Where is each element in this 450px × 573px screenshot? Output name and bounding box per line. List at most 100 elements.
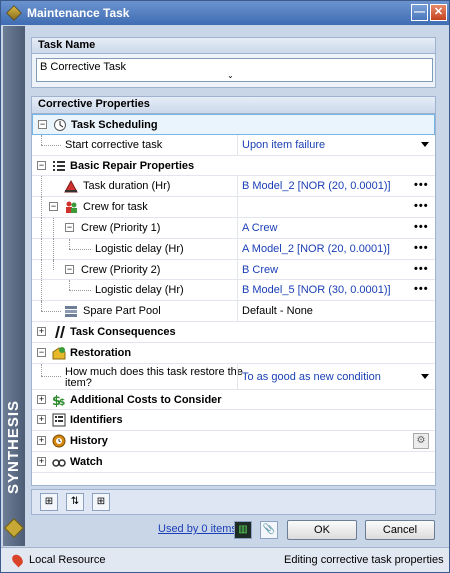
corrective-properties-header: Corrective Properties xyxy=(32,97,435,114)
row-crew-priority-2[interactable]: − Crew (Priority 2) B Crew ••• xyxy=(32,259,435,281)
row-restoration[interactable]: − Restoration xyxy=(32,343,435,364)
duration-icon xyxy=(64,180,78,193)
restore-question-value[interactable]: To as good as new condition xyxy=(242,364,381,390)
logistic-delay-1-ellipsis-button[interactable]: ••• xyxy=(414,239,429,257)
status-bar: Local Resource Editing corrective task p… xyxy=(1,547,449,572)
scheduling-icon xyxy=(54,119,66,131)
brand-label: SYNTHESIS xyxy=(5,399,22,495)
ok-button[interactable]: OK xyxy=(287,520,357,540)
row-logistic-delay-1[interactable]: Logistic delay (Hr) A Model_2 [NOR (20, … xyxy=(32,238,435,260)
watch-label: Watch xyxy=(70,455,103,468)
row-restore-question[interactable]: How much does this task restore the item?… xyxy=(32,363,435,390)
crew-priority-2-label: Crew (Priority 2) xyxy=(81,263,161,276)
start-corrective-task-value[interactable]: Upon item failure xyxy=(242,135,325,155)
history-icon xyxy=(52,434,66,448)
collapse-toggle[interactable]: − xyxy=(65,222,74,232)
row-additional-costs[interactable]: + $ $ Additional Costs to Consider xyxy=(32,390,435,411)
logistic-delay-2-value[interactable]: B Model_5 [NOR (30, 0.0001)] xyxy=(242,280,391,300)
maintenance-task-window: Maintenance Task — ✕ SYNTHESIS Task Name… xyxy=(0,0,450,573)
basic-repair-properties-label: Basic Repair Properties xyxy=(70,159,195,172)
row-basic-repair-properties[interactable]: − Basic Repair Properties xyxy=(32,156,435,177)
chart-icon[interactable]: ▥ xyxy=(234,521,252,539)
restore-question-line-2: item? xyxy=(65,376,92,389)
collapse-toggle[interactable]: − xyxy=(38,120,47,129)
collapse-toggle[interactable]: − xyxy=(65,264,74,274)
row-logistic-delay-2[interactable]: Logistic delay (Hr) B Model_5 [NOR (30, … xyxy=(32,280,435,302)
svg-text:$: $ xyxy=(59,398,65,407)
app-icon xyxy=(6,5,22,21)
collapse-all-icon[interactable]: ⇅ xyxy=(66,493,84,511)
task-duration-label: Task duration (Hr) xyxy=(83,180,171,193)
costs-icon: $$ xyxy=(52,394,65,407)
repair-properties-icon xyxy=(53,160,65,171)
expand-toggle[interactable]: + xyxy=(37,326,46,336)
collapse-toggle[interactable]: − xyxy=(37,160,46,170)
logistic-delay-2-ellipsis-button[interactable]: ••• xyxy=(414,280,429,298)
synthesis-logo-icon xyxy=(4,518,24,538)
window-title: Maintenance Task xyxy=(27,6,130,20)
dropdown-arrow-icon[interactable] xyxy=(421,141,429,147)
start-corrective-task-label: Start corrective task xyxy=(65,138,163,151)
task-name-input[interactable]: B Corrective Task ⌄ xyxy=(36,58,433,82)
logistic-delay-1-value[interactable]: A Model_2 [NOR (20, 0.0001)] xyxy=(242,239,390,259)
task-duration-ellipsis-button[interactable]: ••• xyxy=(414,176,429,194)
watch-icon xyxy=(52,459,66,467)
resource-label: Local Resource xyxy=(29,554,106,566)
row-watch[interactable]: + Watch xyxy=(32,452,435,473)
consequences-icon xyxy=(55,325,65,338)
restoration-label: Restoration xyxy=(70,346,132,359)
crew-priority-1-label: Crew (Priority 1) xyxy=(81,221,161,234)
task-consequences-label: Task Consequences xyxy=(70,325,176,338)
additional-costs-label: Additional Costs to Consider xyxy=(70,393,222,406)
row-identifiers[interactable]: + Identifiers xyxy=(32,410,435,432)
restore-question-label: How much does this task restore the item? xyxy=(65,366,243,389)
crew-priority-2-value[interactable]: B Crew xyxy=(242,260,278,280)
spare-part-pool-value[interactable]: Default - None xyxy=(242,301,313,321)
tree-toolbar: ⊞ ⇅ ⊞ xyxy=(31,489,436,515)
row-history[interactable]: + History ⚙ xyxy=(32,431,435,452)
status-message: Editing corrective task properties xyxy=(284,554,444,566)
expand-toggle[interactable]: + xyxy=(37,415,46,425)
row-spare-part-pool[interactable]: Spare Part Pool Default - None xyxy=(32,301,435,322)
used-by-link[interactable]: Used by 0 items xyxy=(158,523,237,535)
crew-icon xyxy=(66,201,77,214)
identifiers-icon xyxy=(52,413,66,427)
grid-view-icon[interactable]: ⊞ xyxy=(92,493,110,511)
spare-part-icon xyxy=(65,306,77,318)
spare-part-pool-label: Spare Part Pool xyxy=(83,305,161,318)
dropdown-arrow-icon[interactable] xyxy=(421,373,429,379)
expand-toggle[interactable]: + xyxy=(37,394,46,404)
cancel-button[interactable]: Cancel xyxy=(365,520,435,540)
location-pin-icon xyxy=(10,552,25,568)
task-name-value: B Corrective Task xyxy=(40,61,126,73)
collapse-toggle[interactable]: − xyxy=(37,347,46,357)
expand-all-icon[interactable]: ⊞ xyxy=(40,493,58,511)
collapse-toggle[interactable]: − xyxy=(49,202,58,212)
row-task-consequences[interactable]: + Task Consequences xyxy=(32,322,435,343)
crew-for-task-ellipsis-button[interactable]: ••• xyxy=(414,197,429,215)
row-task-scheduling[interactable]: − Task Scheduling xyxy=(32,114,435,135)
title-bar[interactable]: Maintenance Task — ✕ xyxy=(1,1,449,25)
corrective-properties-panel: Corrective Properties − Task Scheduling … xyxy=(31,96,436,486)
task-duration-value[interactable]: B Model_2 [NOR (20, 0.0001)] xyxy=(242,176,391,196)
row-task-duration[interactable]: Task duration (Hr) B Model_2 [NOR (20, 0… xyxy=(32,176,435,198)
row-crew-priority-1[interactable]: − Crew (Priority 1) A Crew ••• xyxy=(32,217,435,239)
task-name-box: B Corrective Task ⌄ xyxy=(31,54,436,88)
expand-toggle[interactable]: + xyxy=(37,436,46,446)
minimize-button[interactable]: — xyxy=(411,4,428,21)
logistic-delay-1-label: Logistic delay (Hr) xyxy=(95,242,184,255)
row-start-corrective-task[interactable]: Start corrective task Upon item failure xyxy=(32,134,435,156)
crew-for-task-label: Crew for task xyxy=(83,201,148,214)
crew-priority-2-ellipsis-button[interactable]: ••• xyxy=(414,260,429,278)
row-crew-for-task[interactable]: − Crew for task ••• xyxy=(32,197,435,219)
task-scheduling-label: Task Scheduling xyxy=(71,119,158,131)
crew-priority-1-ellipsis-button[interactable]: ••• xyxy=(414,218,429,236)
chevron-down-icon[interactable]: ⌄ xyxy=(227,71,234,80)
history-settings-button[interactable]: ⚙ xyxy=(413,433,429,450)
crew-priority-1-value[interactable]: A Crew xyxy=(242,218,277,238)
close-button[interactable]: ✕ xyxy=(430,4,447,21)
expand-toggle[interactable]: + xyxy=(37,456,46,466)
history-label: History xyxy=(70,435,108,448)
restoration-icon xyxy=(52,346,66,360)
attachment-icon[interactable]: 📎 xyxy=(260,521,278,539)
